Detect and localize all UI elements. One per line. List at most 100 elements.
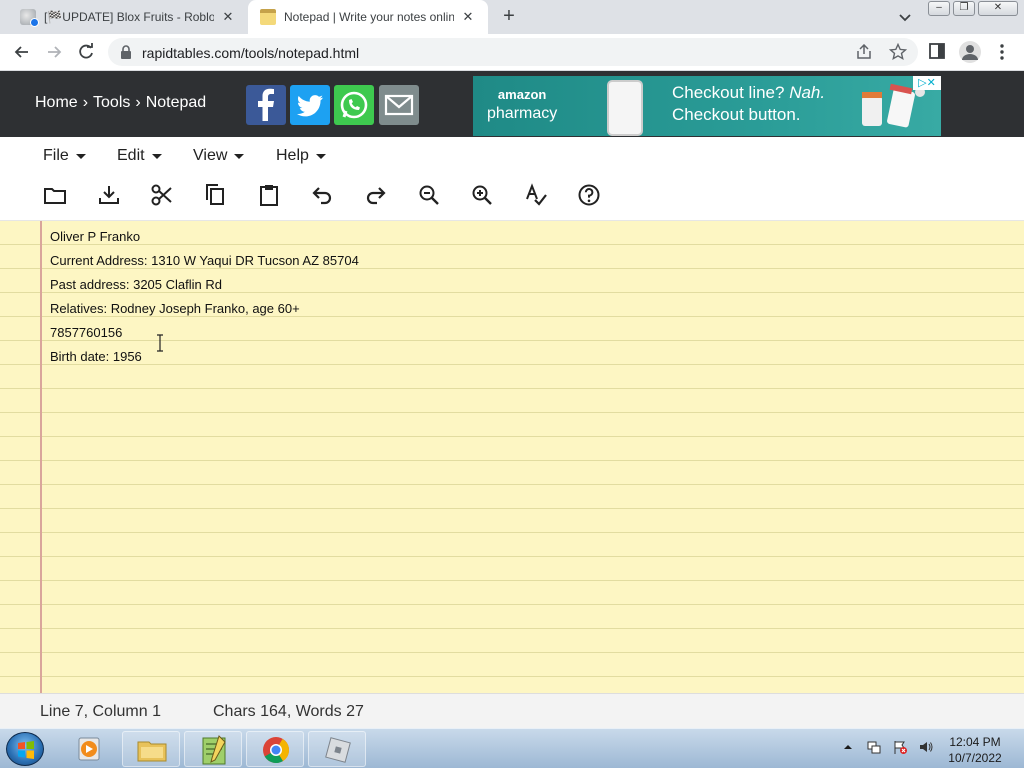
menu-view[interactable]: View — [193, 147, 245, 165]
breadcrumb-home-link[interactable]: Home — [35, 94, 78, 112]
breadcrumb-tools-link[interactable]: Tools — [93, 94, 130, 112]
copy-icon[interactable] — [202, 182, 228, 208]
breadcrumb-separator: › — [135, 94, 141, 111]
browser-menu-kebab-icon[interactable] — [994, 43, 1010, 61]
roblox-icon — [325, 737, 351, 763]
zoom-in-icon[interactable] — [469, 182, 495, 208]
ad-choices-close-icon[interactable]: ▷✕ — [913, 76, 941, 90]
envelope-icon — [384, 94, 414, 116]
media-player-icon — [78, 737, 100, 761]
chrome-icon — [263, 737, 290, 764]
windows-taskbar: 12:04 PM 10/7/2022 — [0, 728, 1024, 768]
browser-toolbar: rapidtables.com/tools/notepad.html — [0, 34, 1024, 71]
caret-down-icon — [315, 153, 326, 159]
redo-icon[interactable] — [363, 182, 389, 208]
volume-speaker-icon[interactable] — [918, 739, 934, 755]
help-question-icon[interactable] — [576, 182, 602, 208]
reload-icon[interactable] — [76, 42, 96, 62]
note-line: Past address: 3205 Claflin Rd — [50, 277, 222, 292]
twitter-share-button[interactable] — [290, 85, 330, 125]
clock-time: 12:04 PM — [949, 735, 1001, 749]
folder-icon — [137, 741, 167, 762]
i-beam-cursor-icon — [157, 334, 163, 352]
caret-down-icon — [234, 153, 245, 159]
notepad-app-icon — [202, 735, 226, 765]
editor-menubar: File Edit View Help — [0, 137, 1024, 221]
new-tab-icon[interactable]: + — [498, 6, 520, 28]
undo-icon[interactable] — [309, 182, 335, 208]
menu-view-label: View — [193, 147, 228, 164]
taskbar-roblox[interactable] — [308, 731, 366, 767]
whatsapp-share-button[interactable] — [334, 85, 374, 125]
profile-avatar-icon[interactable] — [959, 41, 981, 63]
windows-logo-icon — [18, 741, 34, 759]
zoom-out-icon[interactable] — [416, 182, 442, 208]
system-tray — [840, 739, 934, 755]
ad-headline-emphasis: Nah. — [789, 83, 826, 102]
taskbar-file-explorer[interactable] — [122, 731, 180, 767]
ad-brand-line2: pharmacy — [487, 105, 558, 123]
show-hidden-icons-arrow-icon[interactable] — [840, 739, 856, 755]
browser-tab-strip: [🏁UPDATE] Blox Fruits - Roblox ✕ Notepad… — [0, 0, 1024, 34]
note-line: Birth date: 1956 — [50, 349, 142, 364]
site-header: Home › Tools › Notepad amazon pharmacy C… — [0, 71, 1024, 137]
cursor-position-status: Line 7, Column 1 — [40, 703, 161, 720]
amazon-pharmacy-ad-banner[interactable]: amazon pharmacy Checkout line? Nah. Chec… — [473, 76, 941, 136]
menu-file[interactable]: File — [43, 147, 86, 165]
menu-help-label: Help — [276, 147, 309, 164]
save-download-icon[interactable] — [96, 182, 122, 208]
browser-tab-notepad[interactable]: Notepad | Write your notes online ✕ — [248, 0, 488, 34]
notepad-content[interactable]: Oliver P Franko Current Address: 1310 W … — [50, 227, 359, 371]
window-minimize-button[interactable]: – — [928, 1, 950, 16]
share-icon[interactable] — [856, 44, 872, 60]
forward-arrow-icon[interactable] — [44, 42, 64, 62]
note-line: 7857760156 — [50, 325, 123, 340]
editor-status-bar: Line 7, Column 1 Chars 164, Words 27 — [0, 693, 1024, 728]
twitter-bird-icon — [297, 95, 323, 117]
breadcrumb-current-page: Notepad — [145, 94, 207, 111]
tab-title: [🏁UPDATE] Blox Fruits - Roblox — [44, 10, 214, 24]
side-panel-icon[interactable] — [929, 43, 945, 59]
ad-brand-line1: amazon — [497, 87, 547, 102]
taskbar-media-player[interactable] — [60, 731, 118, 767]
address-bar[interactable]: rapidtables.com/tools/notepad.html — [108, 38, 918, 66]
cut-scissors-icon[interactable] — [149, 182, 175, 208]
email-share-button[interactable] — [379, 85, 419, 125]
bookmark-star-icon[interactable] — [889, 43, 907, 61]
ad-headline-line1: Checkout line? — [672, 83, 790, 102]
facebook-share-button[interactable] — [246, 85, 286, 125]
open-folder-icon[interactable] — [42, 182, 68, 208]
ad-headline: Checkout line? Nah. Checkout button. — [672, 82, 825, 126]
whatsapp-icon — [340, 91, 368, 119]
windows-start-button[interactable] — [6, 732, 44, 766]
menu-edit-label: Edit — [117, 147, 145, 164]
system-clock[interactable]: 12:04 PM 10/7/2022 — [940, 734, 1010, 766]
note-line: Oliver P Franko — [50, 229, 141, 244]
browser-tab-blox-fruits[interactable]: [🏁UPDATE] Blox Fruits - Roblox ✕ — [8, 0, 248, 34]
window-restore-button[interactable]: ❐ — [953, 1, 975, 16]
taskbar-notepad-app[interactable] — [184, 731, 242, 767]
ad-headline-line2: Checkout button. — [672, 105, 801, 124]
ad-phone-image — [607, 80, 643, 136]
note-line: Relatives: Rodney Joseph Franko, age 60+ — [50, 301, 300, 316]
tab-close-icon[interactable]: ✕ — [460, 9, 476, 25]
window-close-button[interactable]: ✕ — [978, 1, 1018, 16]
spellcheck-icon[interactable] — [523, 182, 549, 208]
caret-down-icon — [75, 153, 86, 159]
tab-close-icon[interactable]: ✕ — [220, 9, 236, 25]
action-center-flag-icon[interactable] — [892, 739, 908, 755]
back-arrow-icon[interactable] — [12, 42, 32, 62]
roblox-favicon-icon — [20, 9, 39, 27]
caret-down-icon — [151, 153, 162, 159]
facebook-icon — [258, 88, 274, 121]
menu-help[interactable]: Help — [276, 147, 326, 165]
menu-file-label: File — [43, 147, 69, 164]
paste-clipboard-icon[interactable] — [256, 182, 282, 208]
taskbar-chrome[interactable] — [246, 731, 304, 767]
menu-edit[interactable]: Edit — [117, 147, 162, 165]
url-text: rapidtables.com/tools/notepad.html — [142, 45, 360, 61]
breadcrumb-separator: › — [82, 94, 89, 111]
network-icon[interactable] — [866, 739, 882, 755]
lock-icon[interactable] — [120, 45, 132, 59]
tab-search-chevron-icon[interactable] — [896, 8, 914, 26]
